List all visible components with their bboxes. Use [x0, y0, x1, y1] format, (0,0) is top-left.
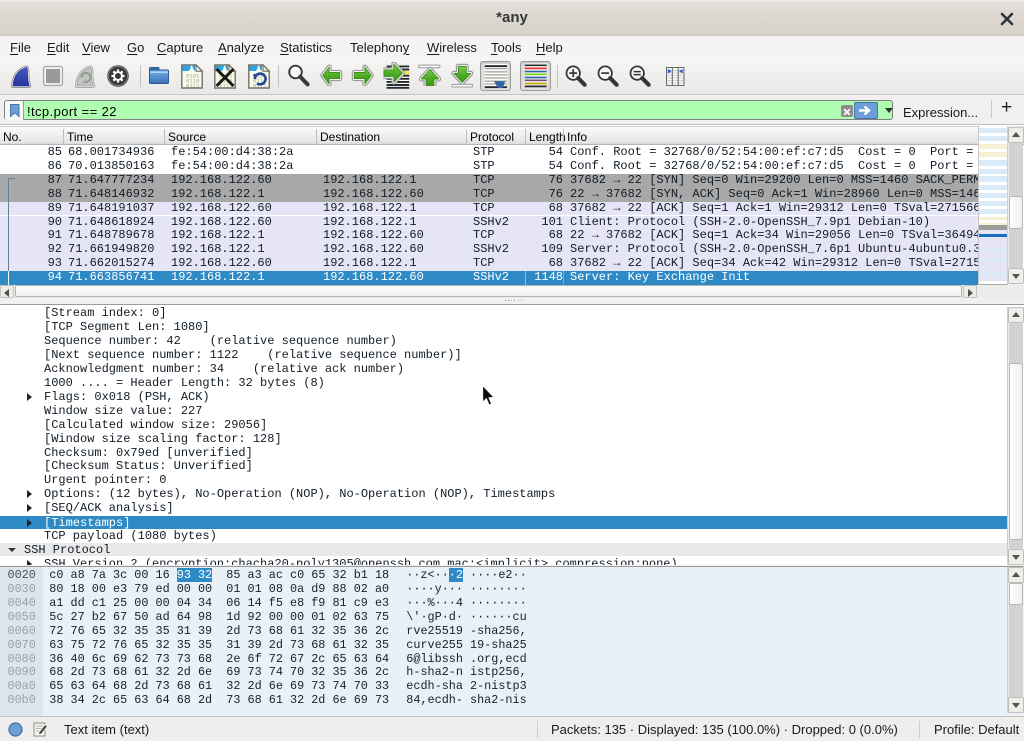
- svg-text:0111: 0111: [186, 82, 200, 89]
